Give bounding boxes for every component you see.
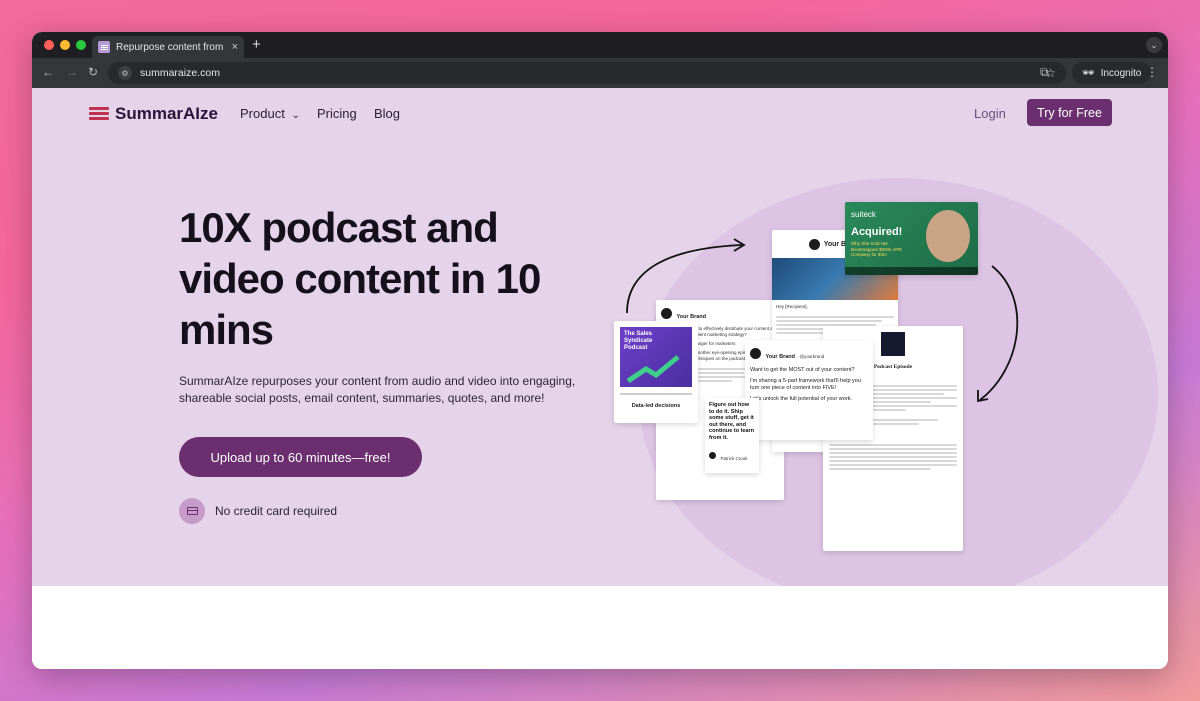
back-icon[interactable]: ←: [42, 65, 54, 79]
chevron-down-icon: ⌄: [291, 110, 300, 121]
quote-card: Figure out how to do it. Ship some stuff…: [705, 398, 759, 473]
nav-product[interactable]: Product ⌄: [240, 106, 300, 121]
video-title: Acquired!: [851, 226, 903, 238]
incognito-badge[interactable]: 🕶 Incognito: [1072, 62, 1152, 84]
favicon-icon: [98, 41, 110, 53]
podcast-cover-title: The Sales Syndicate Podcast: [624, 331, 653, 351]
avatar: [808, 238, 820, 250]
new-tab-button[interactable]: +: [252, 36, 261, 53]
podcast-caption: Data-led decisions: [631, 403, 681, 409]
email-greeting: Hey [Recipient],: [776, 304, 808, 309]
try-for-free-button[interactable]: Try for Free: [1027, 99, 1112, 126]
maximize-window-icon[interactable]: [76, 40, 86, 50]
avatar: [709, 452, 716, 460]
tweet-brand: Your Brand: [676, 314, 706, 320]
tweet2-line3: Let's unlock the full potential of your …: [750, 396, 852, 402]
guest-photo: [926, 210, 970, 262]
brand-name: SummarAIze: [115, 104, 218, 123]
nav-blog[interactable]: Blog: [374, 106, 400, 121]
browser-menu-icon[interactable]: ⋮: [1146, 65, 1158, 79]
minimize-window-icon[interactable]: [60, 40, 70, 50]
tab-bar: Repurpose content from pod × + ⌄: [32, 32, 1168, 58]
login-link[interactable]: Login: [974, 106, 1006, 121]
tweet2-handle: @yourbrand: [799, 354, 825, 359]
traffic-lights: [44, 40, 86, 50]
site-settings-icon[interactable]: ⚙: [118, 66, 132, 80]
tab-title: Repurpose content from pod: [116, 41, 226, 53]
url-bar[interactable]: ⚙ summaraize.com ☆: [108, 62, 1066, 84]
tweet2-line1: Want to get the MOST out of your content…: [750, 367, 855, 373]
page-content: SummarAIze Product ⌄ Pricing Blog Login …: [32, 88, 1168, 669]
credit-card-icon: [179, 498, 205, 524]
quote-author: Patrick Crook: [720, 456, 748, 461]
forward-icon[interactable]: →: [66, 65, 78, 79]
top-navigation: SummarAIze Product ⌄ Pricing Blog Login …: [32, 88, 1168, 138]
avatar: [661, 308, 672, 320]
url-text: summaraize.com: [140, 67, 220, 79]
no-credit-card-text: No credit card required: [215, 504, 338, 518]
avatar: [750, 348, 761, 360]
podcast-cover-card: The Sales Syndicate Podcast Data-led dec…: [614, 321, 698, 423]
close-window-icon[interactable]: [44, 40, 54, 50]
nav-product-label: Product: [240, 106, 285, 121]
incognito-label: Incognito: [1100, 67, 1142, 79]
video-brand: suiteck: [851, 210, 876, 219]
episode-art: [881, 332, 905, 356]
brand-logo[interactable]: SummarAIze: [89, 104, 218, 124]
extensions-icon[interactable]: ⧉: [1040, 65, 1049, 80]
logo-icon: [89, 107, 109, 121]
video-controls[interactable]: [845, 267, 978, 275]
hero-description: SummarAIze repurposes your content from …: [179, 374, 576, 405]
upload-button[interactable]: Upload up to 60 minutes—free!: [179, 437, 422, 477]
podcast-cover-art: The Sales Syndicate Podcast: [620, 327, 692, 387]
reload-icon[interactable]: ↻: [88, 65, 98, 79]
browser-tab[interactable]: Repurpose content from pod ×: [92, 36, 244, 58]
arrow-right-curve: [977, 265, 1019, 403]
hero-section: SummarAIze Product ⌄ Pricing Blog Login …: [32, 88, 1168, 586]
tab-search-icon[interactable]: ⌄: [1146, 37, 1162, 53]
address-bar: ← → ↻ ⚙ summaraize.com ☆ ⧉ 🕶 Incognito ⋮: [32, 58, 1168, 88]
tweet2-brand: Your Brand: [765, 354, 795, 360]
audio-progress[interactable]: [620, 393, 692, 395]
growth-arrow-icon: [626, 355, 680, 383]
nav-pricing[interactable]: Pricing: [317, 106, 357, 121]
browser-window: Repurpose content from pod × + ⌄ ← → ↻ ⚙…: [32, 32, 1168, 669]
tab-close-icon[interactable]: ×: [232, 41, 238, 53]
tweet2-line2: I'm sharing a 5-part framework that'll h…: [750, 378, 861, 391]
incognito-icon: 🕶: [1082, 67, 1095, 79]
quote-text: Figure out how to do it. Ship some stuff…: [709, 402, 755, 441]
hero-headline: 10X podcast and video content in 10 mins: [179, 204, 541, 353]
video-thumbnail[interactable]: suiteck Acquired! Why She Sold Her Boots…: [845, 202, 978, 275]
video-subtitle: Why She Sold Her Bootstrapped $800k ARR …: [851, 241, 902, 257]
tweet-card-framework: Your Brand @yourbrand Want to get the MO…: [745, 340, 873, 440]
